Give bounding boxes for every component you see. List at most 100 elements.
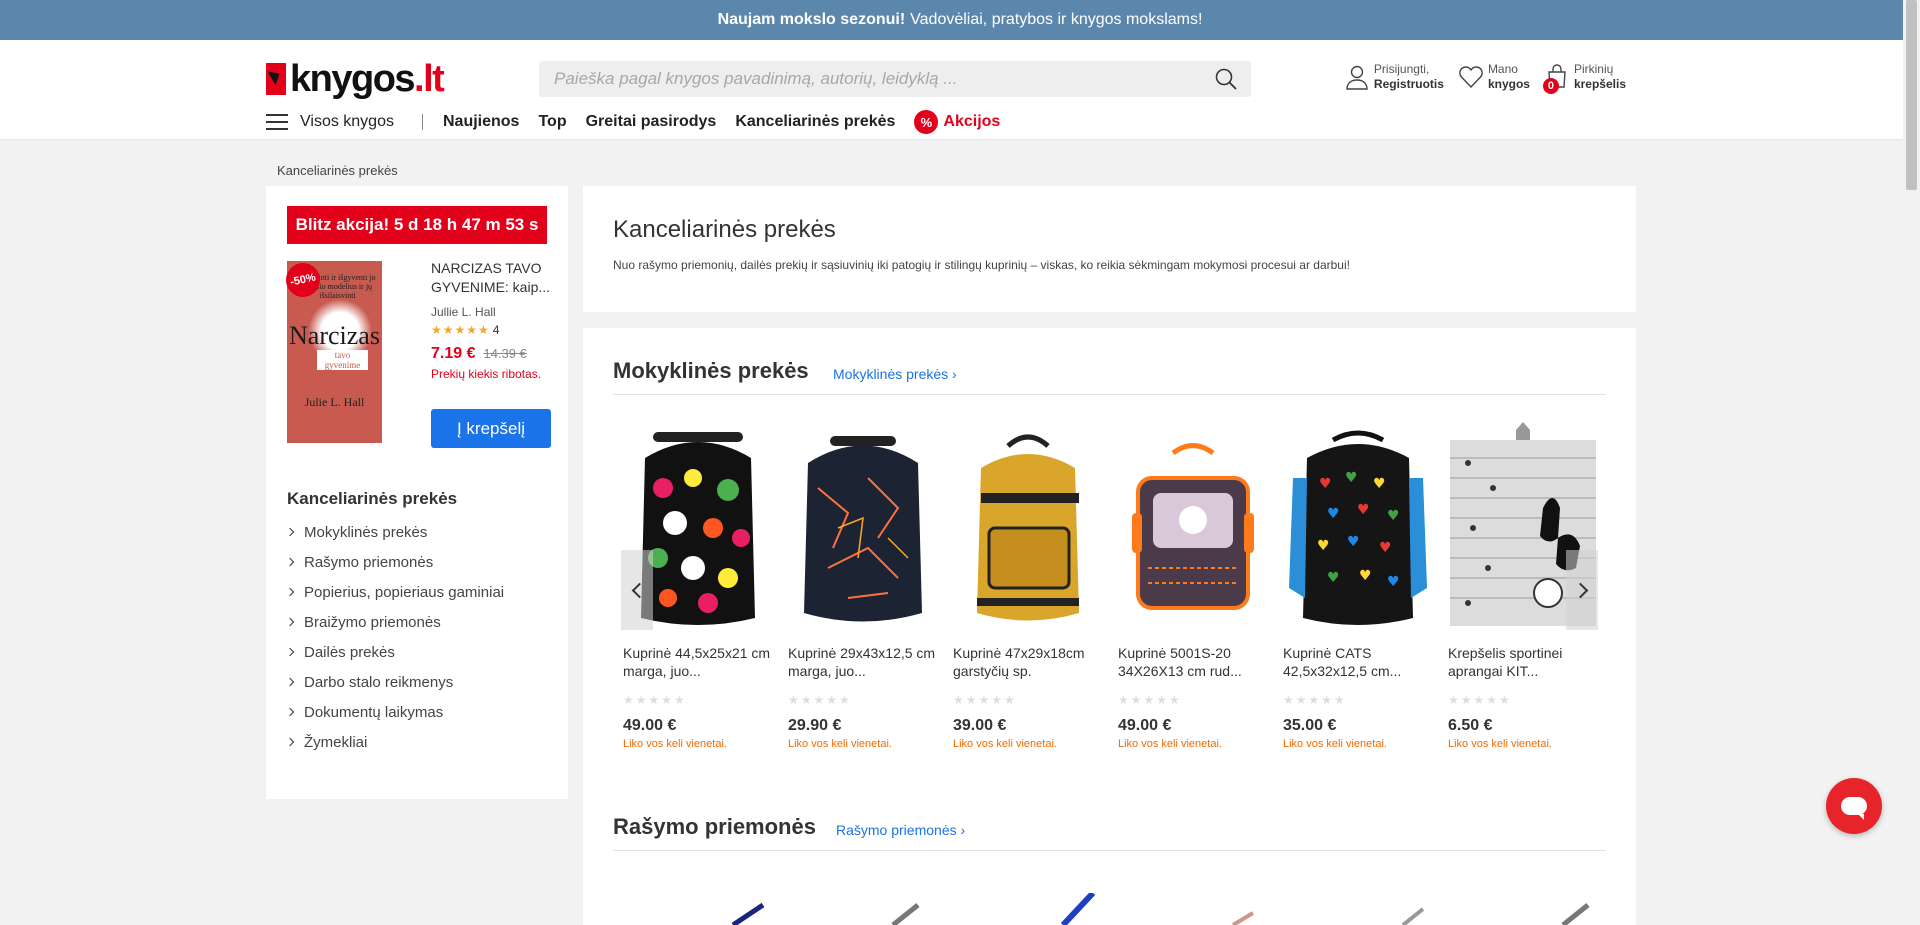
logo-text: knygos [290,57,416,100]
empty-stars-icon: ★★★★★ [788,693,852,707]
product-name[interactable]: Kuprinė 29x43x12,5 cm marga, juo... [788,644,938,680]
empty-stars-icon: ★★★★★ [953,693,1017,707]
product-name[interactable]: Kuprinė CATS 42,5x32x12,5 cm... [1283,644,1433,680]
topbar-text: Vadovėliai, pratybos ir knygos mokslams! [910,11,1203,28]
chevron-right-icon [285,647,295,657]
nav-item-top[interactable]: Top [538,113,566,131]
empty-stars-icon: ★★★★★ [623,693,687,707]
nav-item-naujienos[interactable]: Naujienos [443,113,519,131]
product-image[interactable]: ♥ ♥ ♥ ♥ ♥ ♥ ♥ ♥ ♥ ♥ ♥ ♥ [1283,418,1433,633]
page-description: Nuo rašymo priemonių, dailės prekių ir s… [613,258,1350,272]
product-name[interactable]: Krepšelis sportinei aprangai KIT... [1448,644,1598,680]
product-name[interactable]: Kuprinė 5001S-20 34X26X13 cm rud... [1118,644,1268,680]
product-card[interactable]: ♥ ♥ ♥ ♥ ♥ ♥ ♥ ♥ ♥ ♥ ♥ ♥ Kuprinė CATS 42,5x32x12,… [1283,418,1433,750]
section-title: Mokyklinės prekės [613,358,809,383]
nav-item-stationery[interactable]: Kanceliarinės prekės [735,113,895,131]
product-name[interactable]: Kuprinė 44,5x25x21 cm marga, juo... [623,644,773,680]
svg-text:♥: ♥ [1387,508,1400,524]
svg-text:♥: ♥ [1327,506,1340,522]
svg-text:♥: ♥ [1345,470,1358,486]
product-card[interactable]: Kuprinė 29x43x12,5 cm marga, juo... ★★★★… [788,418,938,750]
product-card[interactable]: Kuprinė 5001S-20 34X26X13 cm rud... ★★★★… [1118,418,1268,750]
logo-book-icon [266,63,286,95]
section-link[interactable]: Mokyklinės prekės › [833,366,957,382]
svg-text:♥: ♥ [1317,538,1330,554]
akcijos-label: Akcijos [943,113,1001,130]
account-link[interactable]: Prisijungti, Registruotis [1344,62,1444,92]
promo-topbar[interactable]: Naujam mokslo sezonui! Vadovėliai, praty… [0,0,1920,40]
logo-tld: .lt [414,57,445,100]
rating-stars-icon: ★★★★★ 4 [431,323,551,337]
wishlist-line2: knygos [1487,77,1530,91]
chevron-right-icon [285,527,295,537]
section-divider [613,850,1606,851]
carousel-next-button[interactable] [1566,550,1598,630]
blitz-book-author[interactable]: Jullie L. Hall [431,305,551,319]
product-price: 49.00 € [1118,717,1172,734]
chevron-right-icon [285,557,295,567]
user-icon [1344,63,1370,91]
page-scrollbar[interactable] [1903,0,1920,925]
add-to-cart-button[interactable]: Į krepšelį [431,409,551,448]
category-item[interactable]: Popierius, popieriaus gaminiai [285,577,504,607]
topbar-bold: Naujam mokslo sezonui! [717,11,906,28]
rating-count: 4 [492,323,500,337]
category-list: Mokyklinės prekės Rašymo priemonės Popie… [285,517,504,757]
site-logo[interactable]: knygos.lt [266,57,445,100]
product-card[interactable]: Kuprinė 47x29x18cm garstyčių sp. ★★★★★ 3… [953,418,1103,750]
category-item[interactable]: Dokumentų laikymas [285,697,504,727]
chat-bubble-icon [1841,797,1867,820]
product-price: 49.00 € [623,717,677,734]
empty-stars-icon: ★★★★★ [1283,693,1347,707]
nav-item-akcijos[interactable]: % Akcijos [914,110,1000,134]
product-image[interactable] [953,418,1103,633]
category-item[interactable]: Braižymo priemonės [285,607,504,637]
carousel-prev-button[interactable] [621,550,653,630]
product-image[interactable] [1118,418,1268,633]
scrollbar-thumb[interactable] [1906,0,1917,190]
search-icon[interactable] [1201,61,1251,97]
wishlist-link[interactable]: Mano knygos [1458,62,1530,92]
svg-text:♥: ♥ [1347,534,1360,550]
chevron-right-icon [1572,582,1588,598]
blitz-book-title[interactable]: NARCIZAS TAVO GYVENIME: kaip... [431,260,550,295]
section-link[interactable]: Rašymo priemonės › [836,822,965,838]
blitz-old-price: 14.39 € [483,346,527,361]
stock-note: Liko vos keli vienetai. [623,738,727,750]
nav-item-coming-soon[interactable]: Greitai pasirodys [586,113,717,131]
category-intro: Kanceliarinės prekės Nuo rašymo priemoni… [583,186,1636,312]
search-input[interactable] [539,61,1201,97]
cart-link[interactable]: 0 Pirkinių krepšelis [1542,62,1626,94]
search-bar [539,61,1251,97]
chevron-right-icon [285,587,295,597]
shopping-bag-icon: 0 [1542,63,1570,94]
blitz-book-info: NARCIZAS TAVO GYVENIME: kaip... Jullie L… [431,259,551,381]
empty-stars-icon: ★★★★★ [1118,693,1182,707]
chat-button[interactable] [1826,778,1882,834]
svg-text:♥: ♥ [1387,574,1400,590]
product-price: 29.90 € [788,717,842,734]
chevron-right-icon [285,707,295,717]
chevron-left-icon [631,582,647,598]
all-books-menu[interactable]: Visos knygos [266,113,394,131]
blitz-price: 7.19 € [431,345,476,362]
svg-text:♥: ♥ [1379,540,1392,556]
svg-text:♥: ♥ [1319,476,1332,492]
category-item[interactable]: Rašymo priemonės [285,547,504,577]
category-item[interactable]: Darbo stalo reikmenys [285,667,504,697]
category-heading: Kanceliarinės prekės [287,489,458,508]
product-image[interactable] [788,418,938,633]
page-title: Kanceliarinės prekės [613,216,836,243]
cover-subtitle: tavo gyvenime [317,350,368,370]
empty-stars-icon: ★★★★★ [1448,693,1512,707]
category-item[interactable]: Žymekliai [285,727,504,757]
cover-title: Narcizas [289,321,380,350]
breadcrumb[interactable]: Kanceliarinės prekės [277,163,398,178]
stock-note: Liko vos keli vienetai. [1118,738,1222,750]
category-item[interactable]: Dailės prekės [285,637,504,667]
main-nav: Visos knygos Naujienos Top Greitai pasir… [266,110,1019,134]
site-header: knygos.lt Prisijungti,Registruotis Manok… [0,40,1920,140]
product-name[interactable]: Kuprinė 47x29x18cm garstyčių sp. [953,644,1103,680]
category-item[interactable]: Mokyklinės prekės [285,517,504,547]
cart-count-badge: 0 [1542,78,1559,94]
